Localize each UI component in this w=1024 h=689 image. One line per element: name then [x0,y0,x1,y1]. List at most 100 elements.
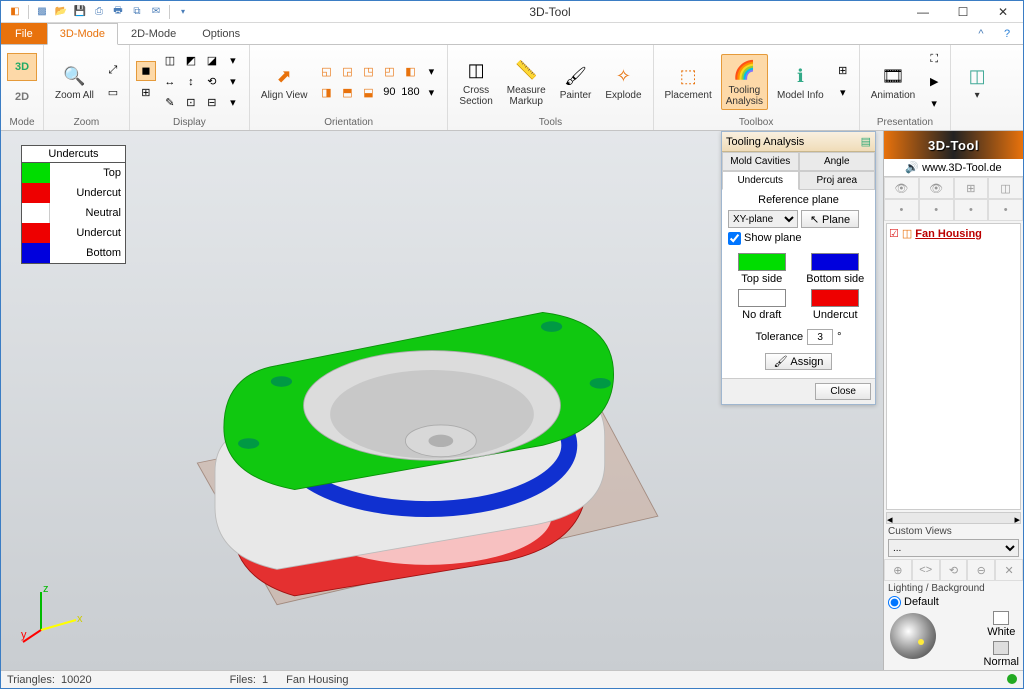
close-button[interactable]: Close [815,383,871,400]
undercut-color-swatch[interactable] [811,289,859,307]
lighting-sphere[interactable] [890,613,936,659]
orient-icon[interactable]: 180 [400,82,420,102]
mail-icon[interactable]: ✉ [148,4,164,20]
3d-viewport[interactable]: Undercuts Top Undercut Neutral Undercut … [1,131,883,670]
disp-opt-icon[interactable]: ✎ [160,93,180,113]
disp-opt-icon[interactable]: ◫ [160,51,180,71]
assign-button[interactable]: 🖌 Assign [765,353,833,370]
cv-icon[interactable]: <> [912,559,940,581]
sound-icon[interactable]: 🔊 [905,161,919,174]
cube-icon[interactable]: ◫ [988,177,1023,199]
tab-proj-area[interactable]: Proj area [799,171,876,190]
open-icon[interactable]: 📂 [53,4,69,20]
tab-3d-mode[interactable]: 3D-Mode [47,23,118,45]
tab-mold-cavities[interactable]: Mold Cavities [722,152,799,171]
disp-opt-icon[interactable]: ▾ [223,72,243,92]
animation-button[interactable]: 🎞Animation [866,59,920,104]
pres-extra-icon[interactable]: ▾ [924,94,944,114]
eye-icon[interactable]: 👁 [919,177,954,199]
qat-dropdown-icon[interactable]: ▾ [175,4,191,20]
grid-icon[interactable]: ⊞ [954,177,989,199]
ribbon-minimize-icon[interactable]: ^ [971,24,991,44]
scrollbar[interactable]: ◂▸ [886,512,1021,524]
panel-menu-icon[interactable]: ▤ [861,135,871,148]
orient-icon[interactable]: 90 [379,82,399,102]
disp-opt-icon[interactable]: ◪ [202,51,222,71]
toolbox-extra-icon[interactable]: ⊞ [833,61,853,81]
plane-select[interactable]: XY-plane [728,210,798,228]
placement-button[interactable]: ⬚Placement [660,59,717,104]
disp-opt-icon[interactable]: ⟲ [202,72,222,92]
model-info-button[interactable]: ℹModel Info [772,59,829,104]
cv-icon[interactable]: ⊖ [967,559,995,581]
cross-section-button[interactable]: ◫Cross Section [454,54,497,110]
print-icon[interactable]: 🖶 [110,4,126,20]
orient-icon[interactable]: ◨ [316,82,336,102]
bg-white-option[interactable]: White [984,611,1019,638]
orient-icon[interactable]: ◧ [400,61,420,81]
bottom-color-swatch[interactable] [811,253,859,271]
cv-icon[interactable]: ✕ [995,559,1023,581]
show-plane-checkbox[interactable]: Show plane [728,233,802,244]
tolerance-input[interactable] [807,329,833,345]
orient-icon[interactable]: ▾ [421,61,441,81]
align-view-button[interactable]: ⬈ Align View [256,59,313,104]
measure-button[interactable]: 📏Measure Markup [502,54,551,110]
disp-opt-icon[interactable]: ◩ [181,51,201,71]
shade-solid-icon[interactable]: ◼ [136,61,156,81]
app-url[interactable]: www.3D-Tool.de [922,162,1001,174]
disp-opt-icon[interactable]: ↔ [160,72,180,92]
bg-normal-option[interactable]: Normal [984,641,1019,668]
zoom-all-button[interactable]: 🔍 Zoom All [50,59,99,104]
orient-icon[interactable]: ⬓ [358,82,378,102]
save-icon[interactable]: 💾 [72,4,88,20]
save-as-icon[interactable]: ⎙ [91,4,107,20]
new-icon[interactable]: ▩ [34,4,50,20]
explode-button[interactable]: ✧Explode [600,59,646,104]
disp-opt-icon[interactable]: ▾ [223,51,243,71]
zoom-window-icon[interactable]: ▭ [103,83,123,103]
top-color-swatch[interactable] [738,253,786,271]
tab-undercuts[interactable]: Undercuts [722,171,799,190]
disp-opt-icon[interactable]: ↕ [181,72,201,92]
checkbox-icon[interactable]: ☑ [889,227,899,240]
toolbox-extra-icon[interactable]: ▾ [833,83,853,103]
tab-2d-mode[interactable]: 2D-Mode [118,23,189,44]
orient-icon[interactable]: ◳ [358,61,378,81]
panel-title-bar[interactable]: Tooling Analysis ▤ [722,132,875,152]
mode-2d-button[interactable]: 2D [7,83,37,111]
orient-icon[interactable]: ◱ [316,61,336,81]
zoom-in-icon[interactable]: ⤢ [103,61,123,81]
dot-icon[interactable]: • [919,199,954,221]
layout-button[interactable]: ◫▾ [957,59,997,104]
orient-icon[interactable]: ⬒ [337,82,357,102]
help-icon[interactable]: ? [997,24,1017,44]
mode-3d-button[interactable]: 3D [7,53,37,81]
disp-opt-icon[interactable]: ⊡ [181,93,201,113]
minimize-button[interactable]: — [903,1,943,23]
nodraft-color-swatch[interactable] [738,289,786,307]
eye-icon[interactable]: 👁 [884,177,919,199]
orient-icon[interactable]: ▾ [421,82,441,102]
model-tree[interactable]: ☑ ◫ Fan Housing [886,223,1021,510]
cv-icon[interactable]: ⊕ [884,559,912,581]
pres-extra-icon[interactable]: ⛶ [924,50,944,70]
dot-icon[interactable]: • [954,199,989,221]
tree-item[interactable]: ☑ ◫ Fan Housing [889,226,1018,241]
close-button[interactable]: ✕ [983,1,1023,23]
tooling-analysis-panel[interactable]: Tooling Analysis ▤ Mold Cavities Angle U… [721,131,876,405]
plane-button[interactable]: ↖ Plane [801,210,859,228]
tab-angle[interactable]: Angle [799,152,876,171]
tab-options[interactable]: Options [189,23,253,44]
disp-opt-icon[interactable]: ▾ [223,93,243,113]
tab-file[interactable]: File [1,23,47,44]
painter-button[interactable]: 🖌Painter [555,59,597,104]
orient-icon[interactable]: ◰ [379,61,399,81]
orient-icon[interactable]: ◲ [337,61,357,81]
shade-wire-icon[interactable]: ⊞ [136,83,156,103]
dot-icon[interactable]: • [988,199,1023,221]
default-lighting-radio[interactable]: Default [888,596,939,608]
tooling-analysis-button[interactable]: 🌈Tooling Analysis [721,54,768,110]
custom-views-select[interactable]: ... [888,539,1019,557]
disp-opt-icon[interactable]: ⊟ [202,93,222,113]
